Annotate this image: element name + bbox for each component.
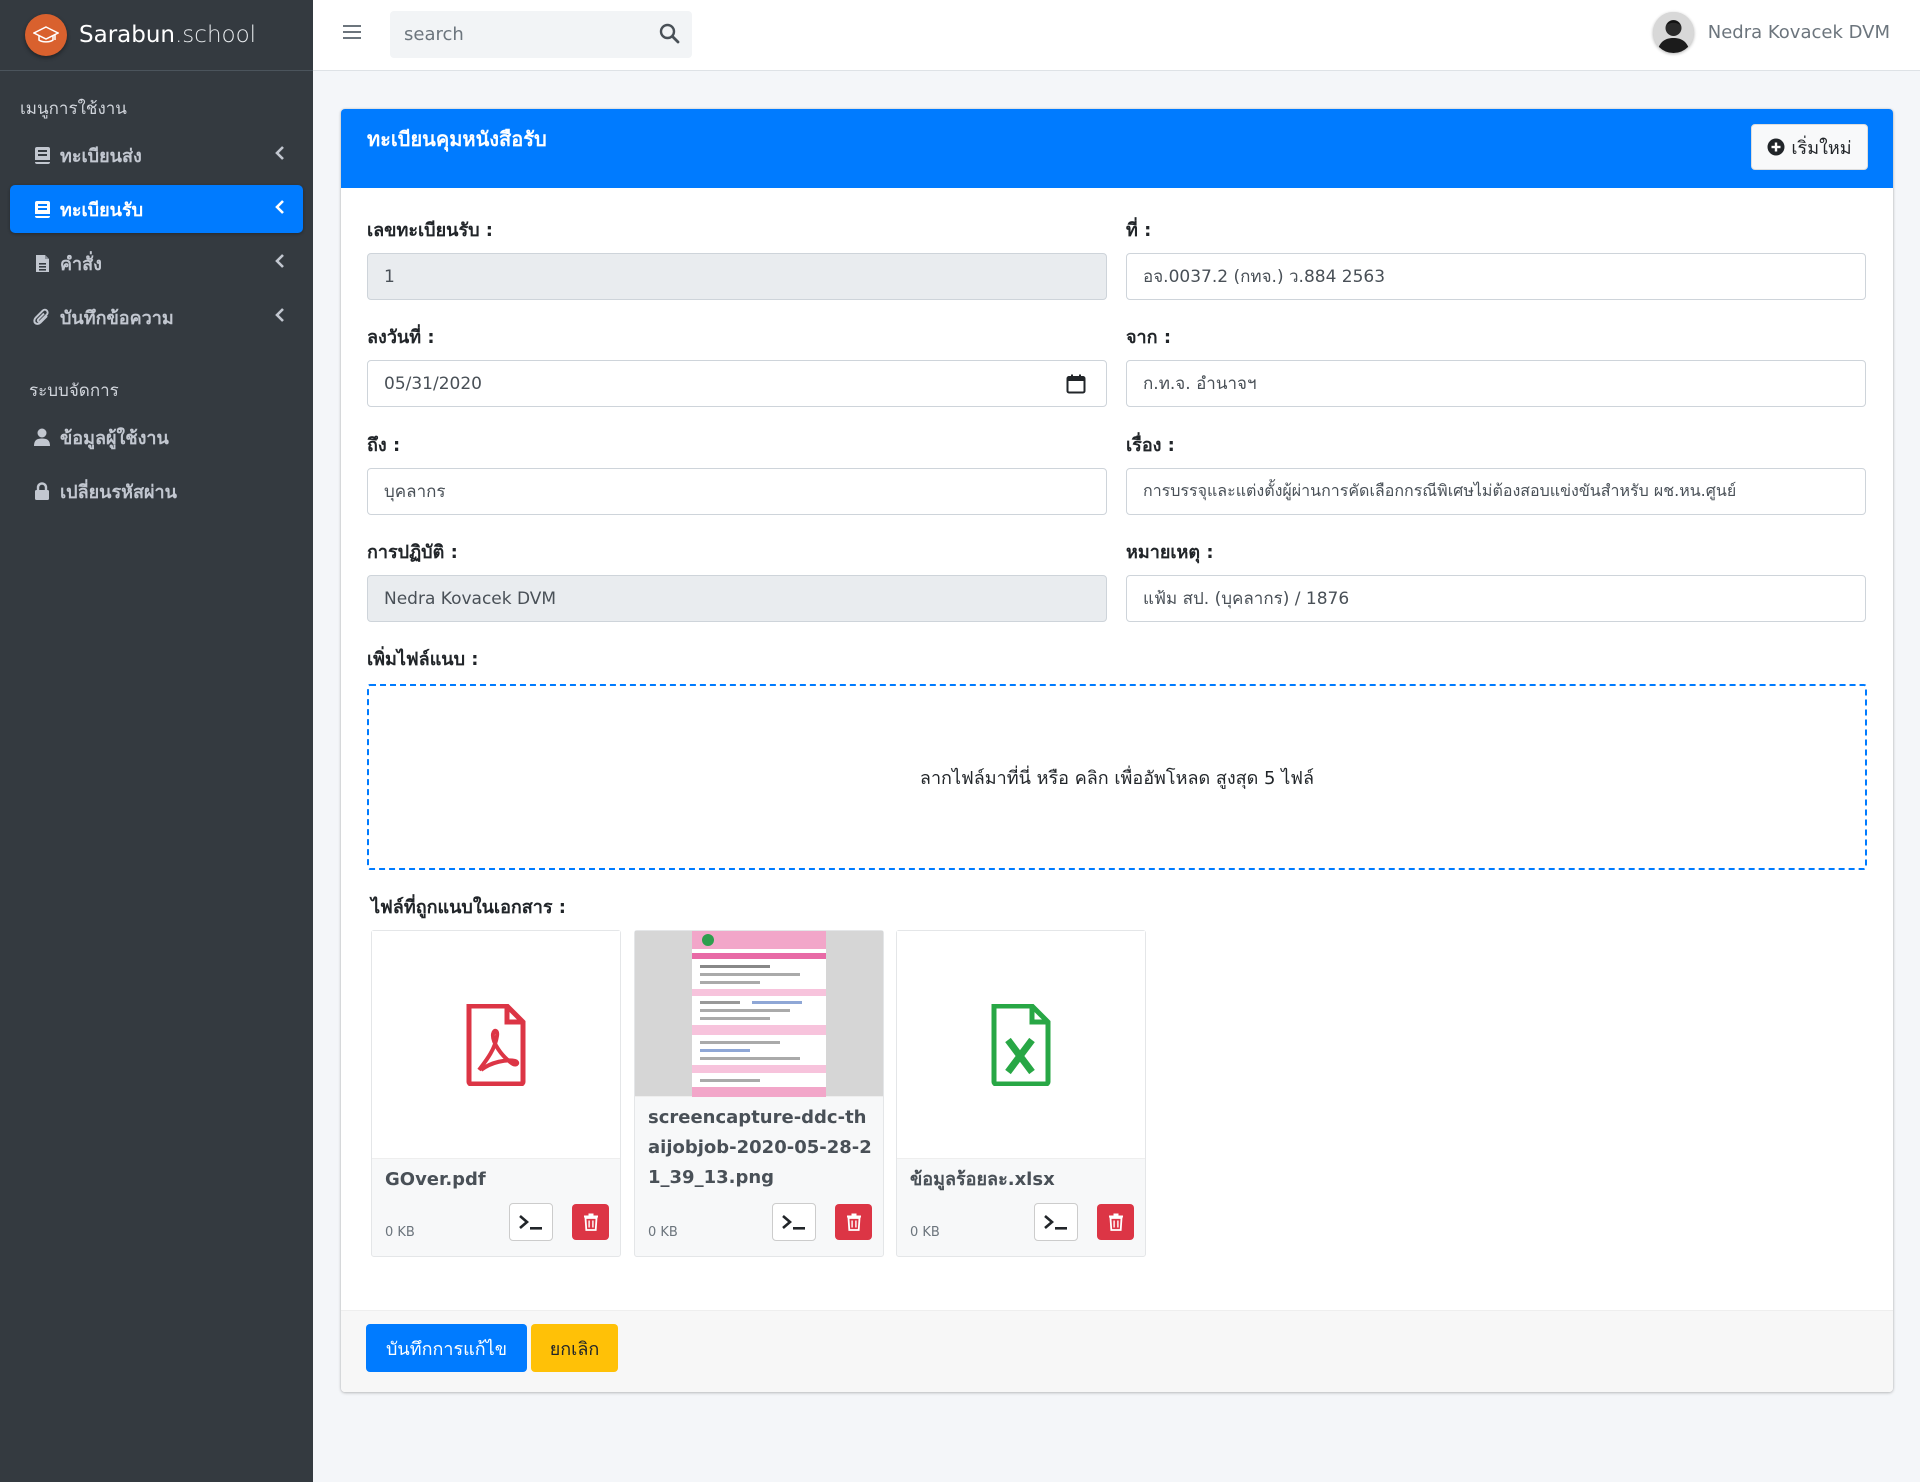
nav-header-menu: เมนูการใช้งาน <box>20 99 127 119</box>
incoming-register-card: ทะเบียนคุมหนังสือรับ เริ่มใหม่ เลขทะเบีย… <box>341 109 1893 1392</box>
file-icon <box>32 253 52 273</box>
nav-header-admin: ระบบจัดการ <box>29 381 119 401</box>
terminal-icon <box>782 1215 805 1230</box>
book-icon <box>32 145 52 165</box>
sidebar-item-change-password[interactable]: เปลี่ยนรหัสผ่าน <box>10 467 303 515</box>
reset-button-label: เริ่มใหม่ <box>1791 137 1852 159</box>
from-label: จาก : <box>1126 327 1172 348</box>
file-size: 0 KB <box>385 1225 415 1240</box>
sidebar-item-outgoing[interactable]: ทะเบียนส่ง <box>10 131 303 179</box>
sidebar-item-incoming[interactable]: ทะเบียนรับ <box>10 185 303 233</box>
book-icon <box>32 199 52 219</box>
file-size: 0 KB <box>648 1225 678 1240</box>
attached-files-label: ไฟล์ที่ถูกแนบในเอกสาร : <box>371 897 567 918</box>
to-label: ถึง : <box>367 435 401 456</box>
lock-icon <box>32 481 52 501</box>
action-label: การปฏิบัติ : <box>367 542 458 563</box>
note-field[interactable]: แฟ้ม สป. (บุคลากร) / 1876 <box>1126 575 1866 622</box>
date-value: 05/31/2020 <box>384 373 482 394</box>
file-preview[interactable] <box>897 931 1145 1159</box>
search-icon[interactable] <box>659 23 680 48</box>
chevron-left-icon <box>275 307 285 328</box>
cancel-button[interactable]: ยกเลิก <box>531 1324 618 1372</box>
file-preview[interactable] <box>372 931 620 1159</box>
insert-file-button[interactable] <box>509 1203 553 1241</box>
menu-toggle-icon[interactable] <box>343 24 361 44</box>
to-field[interactable]: บุคลากร <box>367 468 1107 515</box>
delete-file-button[interactable] <box>1097 1204 1134 1240</box>
paperclip-icon <box>32 307 52 327</box>
chevron-left-icon <box>275 199 285 220</box>
user-name: Nedra Kovacek DVM <box>1707 22 1890 43</box>
user-icon <box>32 427 52 447</box>
date-label: ลงวันที่ : <box>367 327 435 348</box>
ref-label: ที่ : <box>1126 220 1152 241</box>
avatar <box>1652 12 1694 53</box>
file-card-image: screencapture-ddc-thaijobjob-2020-05-28-… <box>634 930 884 1257</box>
chevron-left-icon <box>275 253 285 274</box>
card-header: ทะเบียนคุมหนังสือรับ เริ่มใหม่ <box>341 109 1893 188</box>
search-box <box>390 11 692 58</box>
delete-file-button[interactable] <box>572 1204 609 1240</box>
brand-name: Sarabun.school <box>79 22 257 48</box>
brand-logo-icon <box>25 14 67 56</box>
date-field[interactable]: 05/31/2020 <box>367 360 1107 407</box>
note-label: หมายเหตุ : <box>1126 542 1214 563</box>
subject-label: เรื่อง : <box>1126 435 1175 456</box>
from-field[interactable]: ก.ท.จ. อำนาจฯ <box>1126 360 1866 407</box>
sidebar-item-user-info[interactable]: ข้อมูลผู้ใช้งาน <box>10 413 303 461</box>
calendar-icon[interactable] <box>1066 374 1086 399</box>
trash-icon <box>846 1213 861 1231</box>
brand-link[interactable]: Sarabun.school <box>0 0 313 71</box>
file-size: 0 KB <box>910 1225 940 1240</box>
sidebar-item-label: คำสั่ง <box>60 253 102 275</box>
file-name: GOver.pdf <box>385 1169 486 1190</box>
trash-icon <box>583 1213 598 1231</box>
sidebar-item-label: ทะเบียนรับ <box>60 199 144 221</box>
insert-file-button[interactable] <box>772 1203 816 1241</box>
attach-label: เพิ่มไฟล์แนบ : <box>367 649 479 670</box>
sidebar-item-label: ข้อมูลผู้ใช้งาน <box>60 427 169 449</box>
sidebar-item-memo[interactable]: บันทึกข้อความ <box>10 293 303 341</box>
excel-file-icon <box>991 1003 1051 1086</box>
file-card-excel: ข้อมูลร้อยละ.xlsx 0 KB <box>896 930 1146 1257</box>
page-title: ทะเบียนคุมหนังสือรับ <box>367 127 547 151</box>
action-field: Nedra Kovacek DVM <box>367 575 1107 622</box>
ref-field[interactable]: อจ.0037.2 (กทจ.) ว.884 2563 <box>1126 253 1866 300</box>
reset-button[interactable]: เริ่มใหม่ <box>1751 124 1868 170</box>
terminal-icon <box>519 1215 542 1230</box>
file-name: screencapture-ddc-thaijobjob-2020-05-28-… <box>648 1107 872 1188</box>
file-preview[interactable] <box>635 930 883 1097</box>
terminal-icon <box>1044 1215 1067 1230</box>
sidebar: Sarabun.school เมนูการใช้งาน ทะเบียนส่ง … <box>0 0 313 1482</box>
trash-icon <box>1108 1213 1123 1231</box>
dropzone-text: ลากไฟล์มาที่นี่ หรือ คลิก เพื่ออัพโหลด ส… <box>919 767 1315 789</box>
delete-file-button[interactable] <box>835 1204 872 1240</box>
plus-circle-icon <box>1767 138 1785 156</box>
file-dropzone[interactable]: ลากไฟล์มาที่นี่ หรือ คลิก เพื่ออัพโหลด ส… <box>367 684 1867 870</box>
file-card-pdf: GOver.pdf 0 KB <box>371 930 621 1257</box>
reg-no-label: เลขทะเบียนรับ : <box>367 220 494 241</box>
user-menu[interactable]: Nedra Kovacek DVM <box>1652 12 1890 53</box>
sidebar-item-orders[interactable]: คำสั่ง <box>10 239 303 287</box>
card-footer: บันทึกการแก้ไข ยกเลิก <box>341 1310 1893 1392</box>
file-name: ข้อมูลร้อยละ.xlsx <box>910 1169 1055 1190</box>
image-thumbnail <box>692 930 826 1097</box>
pdf-file-icon <box>466 1003 526 1086</box>
insert-file-button[interactable] <box>1034 1203 1078 1241</box>
sidebar-item-label: ทะเบียนส่ง <box>60 145 142 167</box>
subject-field[interactable]: การบรรจุและแต่งตั้งผู้ผ่านการคัดเลือกกรณ… <box>1126 468 1866 515</box>
save-button[interactable]: บันทึกการแก้ไข <box>366 1324 527 1372</box>
reg-no-field: 1 <box>367 253 1107 300</box>
top-navbar: Nedra Kovacek DVM <box>313 0 1920 71</box>
sidebar-item-label: เปลี่ยนรหัสผ่าน <box>60 481 177 503</box>
search-input[interactable] <box>404 11 644 58</box>
sidebar-item-label: บันทึกข้อความ <box>60 307 174 329</box>
chevron-left-icon <box>275 145 285 166</box>
